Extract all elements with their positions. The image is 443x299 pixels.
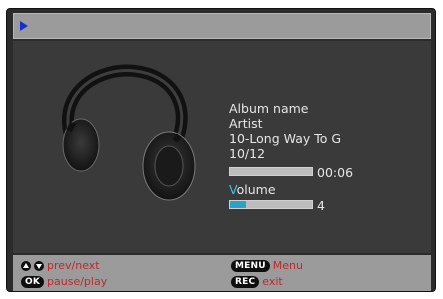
track-position: 10/12 [229, 146, 266, 161]
headphones-icon [61, 64, 196, 201]
volume-bar[interactable] [229, 200, 313, 209]
hint-pause-play: OK pause/play [21, 275, 107, 288]
volume-fill [230, 201, 247, 208]
top-status-bar [13, 13, 431, 39]
progress-bar[interactable] [229, 167, 313, 176]
volume-label-highlight: V [229, 182, 237, 197]
now-playing-panel: Album name Artist 10-Long Way To G 10/12… [13, 41, 431, 253]
volume-value: 4 [317, 198, 325, 213]
hint-exit: REC exit [231, 275, 283, 288]
volume-label: Volume [229, 182, 276, 197]
media-player-screen: Album name Artist 10-Long Way To G 10/12… [6, 8, 436, 292]
volume-row: 4 [229, 198, 429, 213]
volume-label-rest: olume [236, 182, 276, 197]
hint-prev-next-label: prev/next [47, 259, 100, 272]
menu-key-badge: MENU [231, 259, 270, 272]
track-info: Album name Artist 10-Long Way To G 10/12 [229, 101, 429, 161]
album-name: Album name [229, 101, 309, 116]
elapsed-time: 00:06 [317, 165, 354, 180]
rec-key-badge: REC [231, 275, 260, 288]
arrow-down-button-icon [34, 260, 44, 271]
hint-pause-play-label: pause/play [47, 275, 108, 288]
hint-menu: MENU Menu [231, 259, 303, 272]
hint-prev-next: prev/next [21, 259, 100, 272]
track-title: 10-Long Way To G [229, 131, 342, 146]
arrow-up-button-icon [21, 260, 31, 271]
hint-menu-label: Menu [272, 259, 303, 272]
hint-bar: prev/next OK pause/play MENU Menu REC ex… [13, 255, 431, 291]
artist-name: Artist [229, 116, 263, 131]
ok-key-badge: OK [21, 275, 45, 288]
play-indicator-icon [20, 21, 28, 31]
hint-exit-label: exit [262, 275, 283, 288]
progress-row: 00:06 [229, 165, 429, 180]
